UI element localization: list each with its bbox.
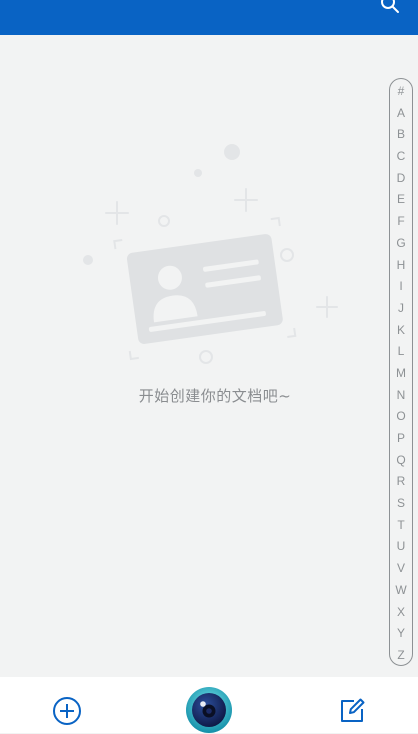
index-letter[interactable]: I bbox=[399, 278, 402, 294]
index-letter[interactable]: T bbox=[397, 517, 404, 533]
index-letter[interactable]: N bbox=[397, 387, 406, 403]
index-letter[interactable]: Y bbox=[397, 625, 405, 641]
index-letter[interactable]: F bbox=[397, 213, 404, 229]
top-app-bar bbox=[0, 0, 418, 35]
index-letter[interactable]: C bbox=[397, 148, 406, 164]
search-icon[interactable] bbox=[380, 0, 400, 14]
index-letter[interactable]: M bbox=[396, 365, 406, 381]
index-letter[interactable]: A bbox=[397, 105, 405, 121]
empty-state-message: 开始创建你的文档吧~ bbox=[138, 387, 292, 405]
index-letter[interactable]: Q bbox=[396, 452, 405, 468]
edit-icon[interactable] bbox=[338, 697, 366, 725]
index-letter[interactable]: U bbox=[397, 538, 406, 554]
index-letter[interactable]: E bbox=[397, 191, 405, 207]
document-list-area: 开始创建你的文档吧~ # A B C D E F G H I J K L M N O P Q R S T U V W X Y Z bbox=[0, 35, 418, 677]
index-letter[interactable]: D bbox=[397, 170, 406, 186]
index-letter[interactable]: S bbox=[397, 495, 405, 511]
index-letter[interactable]: Z bbox=[397, 647, 404, 663]
index-letter[interactable]: # bbox=[398, 83, 405, 99]
index-letter[interactable]: X bbox=[397, 604, 405, 620]
id-card-icon bbox=[83, 144, 338, 364]
plus-circle-icon[interactable] bbox=[52, 696, 82, 726]
index-letter[interactable]: H bbox=[397, 257, 406, 273]
index-letter[interactable]: V bbox=[397, 560, 405, 576]
index-letter[interactable]: G bbox=[396, 235, 405, 251]
index-letter[interactable]: J bbox=[398, 300, 404, 316]
bottom-toolbar bbox=[0, 677, 418, 733]
alphabet-index-bar[interactable]: # A B C D E F G H I J K L M N O P Q R S T U V W X Y Z bbox=[389, 78, 413, 666]
index-letter[interactable]: O bbox=[396, 408, 405, 424]
index-letter[interactable]: K bbox=[397, 322, 405, 338]
index-letter[interactable]: R bbox=[397, 473, 406, 489]
camera-lens-icon[interactable] bbox=[185, 686, 233, 734]
index-letter[interactable]: B bbox=[397, 126, 405, 142]
index-letter[interactable]: L bbox=[398, 343, 405, 359]
index-letter[interactable]: W bbox=[395, 582, 406, 598]
index-letter[interactable]: P bbox=[397, 430, 405, 446]
